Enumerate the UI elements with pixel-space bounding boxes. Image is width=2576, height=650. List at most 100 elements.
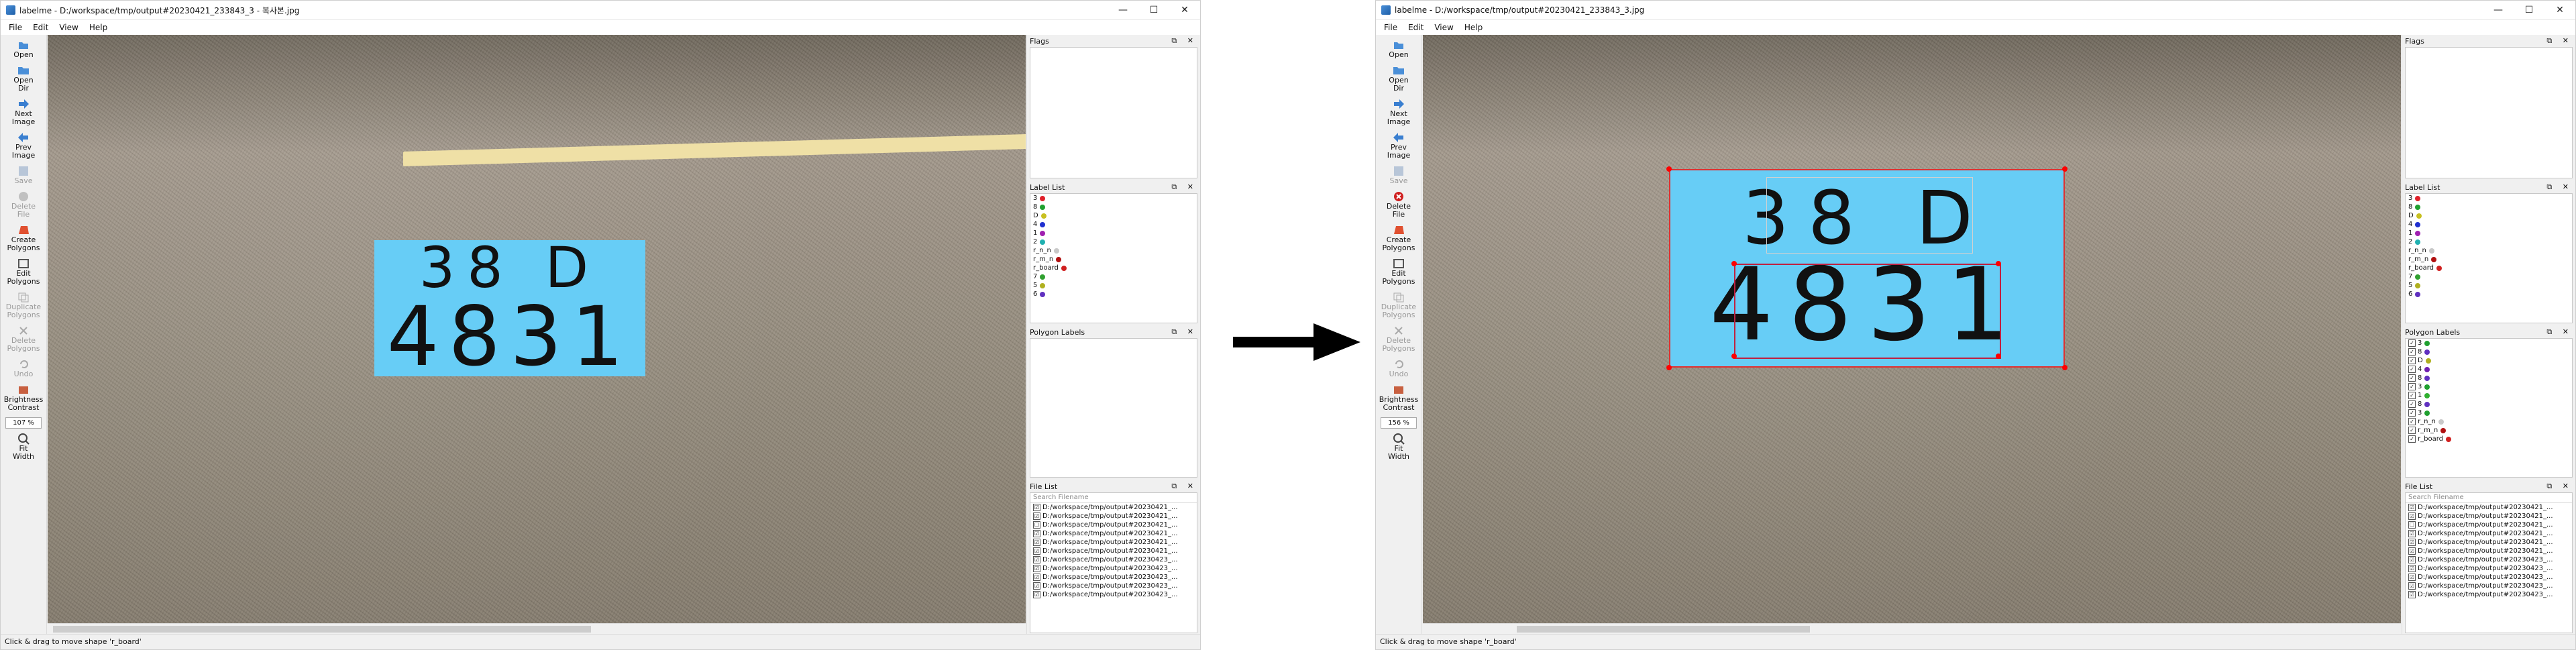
checkbox-checked[interactable]: ✓ [2408,339,2416,347]
polygon-label-item[interactable]: ✓ r_n_n [2406,417,2572,426]
dock-buttons[interactable]: ⧉ ✕ [2546,482,2573,491]
polygon-vertex[interactable] [1666,365,1672,370]
label-item[interactable]: 4 [2406,220,2572,229]
edit-polygons-button[interactable]: Edit Polygons [1376,258,1421,286]
duplicate-polygons-button[interactable]: Duplicate Polygons [1376,291,1421,319]
polygon-vertex[interactable] [2062,365,2068,370]
checkbox-checked[interactable]: ✓ [2408,348,2416,356]
next-image-button[interactable]: Next Image [1,98,46,126]
menu-view[interactable]: View [54,23,83,32]
file-checkbox[interactable]: ☑ [2408,504,2416,511]
polygon-vertex[interactable] [1996,354,2001,359]
search-filename-input[interactable]: Search Filename [2406,493,2572,503]
file-checkbox[interactable]: ☑ [2408,547,2416,555]
dock-buttons[interactable]: ⧉ ✕ [2546,182,2573,192]
maximize-button[interactable]: ☐ [1138,1,1169,19]
close-button[interactable]: ✕ [2544,1,2575,19]
file-list-item[interactable]: ☑ D:/workspace/tmp/output#20230421_... [1030,529,1197,538]
checkbox-checked[interactable]: ✓ [2408,366,2416,373]
label-item[interactable]: D [2406,211,2572,220]
open-button[interactable]: Open [1376,39,1421,59]
file-checkbox[interactable]: ☑ [1033,574,1040,581]
label-item[interactable]: 1 [1030,229,1197,237]
polygon-label-item[interactable]: ✓ 8 [2406,347,2572,356]
zoom-field[interactable]: 107 % [5,417,42,429]
file-checkbox[interactable]: ☐ [1033,521,1040,529]
file-checkbox[interactable]: ☑ [2408,574,2416,581]
road-board[interactable]: 38 D 4831 [374,239,645,378]
file-list-item[interactable]: ☑ D:/workspace/tmp/output#20230423_... [1030,573,1197,582]
image-canvas[interactable]: 38 D 4831 [48,35,1026,624]
polygon-label-item[interactable]: ✓ r_m_n [2406,426,2572,435]
prev-image-button[interactable]: Prev Image [1376,131,1421,160]
file-checkbox[interactable]: ☑ [1033,504,1040,511]
delete-polygons-button[interactable]: Delete Polygons [1,325,46,353]
label-item[interactable]: D [1030,211,1197,220]
zoom-field[interactable]: 156 % [1381,417,1417,429]
polygon-vertex[interactable] [1996,261,2001,266]
label-item[interactable]: r_n_n [2406,246,2572,255]
file-checkbox[interactable]: ☑ [2408,556,2416,563]
duplicate-polygons-button[interactable]: Duplicate Polygons [1,291,46,319]
polygon-label-item[interactable]: ✓ 8 [2406,400,2572,409]
undo-button[interactable]: Undo [1376,358,1421,378]
file-checkbox[interactable]: ☐ [2408,521,2416,529]
prev-image-button[interactable]: Prev Image [1,131,46,160]
file-list-item[interactable]: ☑ D:/workspace/tmp/output#20230421_... [2406,512,2572,521]
label-item[interactable]: 6 [2406,290,2572,299]
label-item[interactable]: 5 [2406,281,2572,290]
file-checkbox[interactable]: ☑ [1033,591,1040,598]
label-item[interactable]: 3 [1030,194,1197,203]
create-polygons-button[interactable]: Create Polygons [1376,224,1421,252]
file-checkbox[interactable]: ☑ [2408,582,2416,590]
file-checkbox[interactable]: ☑ [1033,530,1040,537]
open-dir-button[interactable]: Open Dir [1,64,46,93]
polygon-vertex[interactable] [2062,166,2068,172]
label-item[interactable]: 3 [2406,194,2572,203]
label-item[interactable]: 4 [1030,220,1197,229]
polygon-vertex[interactable] [1666,166,1672,172]
menu-help[interactable]: Help [84,23,113,32]
file-list-item[interactable]: ☑ D:/workspace/tmp/output#20230423_... [1030,582,1197,590]
file-list-item[interactable]: ☑ D:/workspace/tmp/output#20230423_... [1030,555,1197,564]
checkbox-checked[interactable]: ✓ [2408,427,2416,434]
file-checkbox[interactable]: ☑ [2408,530,2416,537]
file-list-item[interactable]: ☑ D:/workspace/tmp/output#20230423_... [1030,564,1197,573]
checkbox-checked[interactable]: ✓ [2408,400,2416,408]
menu-edit[interactable]: Edit [28,23,54,32]
horizontal-scrollbar[interactable] [48,623,1026,635]
file-list-item[interactable]: ☐ D:/workspace/tmp/output#20230421_... [1030,521,1197,529]
label-item[interactable]: 5 [1030,281,1197,290]
label-item[interactable]: r_n_n [1030,246,1197,255]
polygon-label-item[interactable]: ✓ 3 [2406,382,2572,391]
polygon-label-item[interactable]: ✓ 1 [2406,391,2572,400]
polygon-label-item[interactable]: ✓ 3 [2406,339,2572,347]
menu-edit[interactable]: Edit [1403,23,1429,32]
checkbox-checked[interactable]: ✓ [2408,383,2416,390]
label-item[interactable]: 8 [1030,203,1197,211]
file-list-item[interactable]: ☑ D:/workspace/tmp/output#20230421_... [1030,503,1197,512]
menu-view[interactable]: View [1429,23,1458,32]
file-list-item[interactable]: ☑ D:/workspace/tmp/output#20230421_... [1030,538,1197,547]
dock-buttons[interactable]: ⧉ ✕ [1171,327,1197,337]
file-checkbox[interactable]: ☑ [1033,565,1040,572]
dock-buttons[interactable]: ⧉ ✕ [1171,182,1197,192]
fit-width-button[interactable]: Fit Width [1,433,46,461]
file-checkbox[interactable]: ☑ [1033,556,1040,563]
open-dir-button[interactable]: Open Dir [1376,64,1421,93]
search-filename-input[interactable]: Search Filename [1030,493,1197,503]
label-item[interactable]: 2 [2406,237,2572,246]
checkbox-checked[interactable]: ✓ [2408,357,2416,364]
file-list-item[interactable]: ☑ D:/workspace/tmp/output#20230423_... [2406,573,2572,582]
file-list-item[interactable]: ☑ D:/workspace/tmp/output#20230421_... [2406,529,2572,538]
label-item[interactable]: 7 [2406,272,2572,281]
checkbox-checked[interactable]: ✓ [2408,392,2416,399]
file-list-item[interactable]: ☐ D:/workspace/tmp/output#20230421_... [2406,521,2572,529]
file-list-item[interactable]: ☑ D:/workspace/tmp/output#20230423_... [2406,582,2572,590]
delete-polygons-button[interactable]: Delete Polygons [1376,325,1421,353]
file-checkbox[interactable]: ☑ [2408,539,2416,546]
save-button[interactable]: Save [1376,165,1421,185]
maximize-button[interactable]: ☐ [2514,1,2544,19]
polygon-outline-line1[interactable] [1766,177,1973,254]
brightness-contrast-button[interactable]: Brightness Contrast [1376,384,1421,412]
